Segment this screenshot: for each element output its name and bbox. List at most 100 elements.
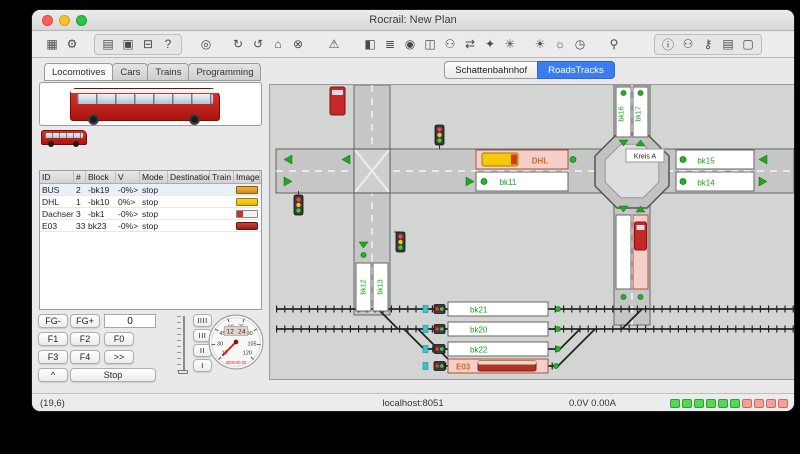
info-icon[interactable]: ⓘ [659, 35, 677, 54]
yellow-truck-image [236, 198, 258, 206]
lamp-icon[interactable]: ☀ [531, 35, 549, 54]
f3-button[interactable]: F3 [38, 350, 68, 364]
speed-value-input[interactable]: 0 [104, 314, 156, 328]
bk16-label: bk16 [619, 106, 626, 121]
block-bk21[interactable] [448, 302, 548, 316]
table-row[interactable]: DHL1-bk100%>stop [40, 196, 261, 208]
column-header[interactable]: Image [234, 171, 260, 183]
tab-programming[interactable]: Programming [188, 63, 261, 81]
speedometer: 15 30 45 60 75 90 105 120 12 24 0000.00.… [208, 314, 264, 370]
roundabout-kreis-a[interactable]: Kreis A [595, 134, 669, 208]
turnouts-icon[interactable]: ✦ [481, 35, 499, 54]
block-bk20[interactable] [448, 322, 548, 336]
orange-truck-image [236, 186, 258, 194]
fg-plus-button[interactable]: FG+ [70, 314, 100, 328]
table-cell: E03 [40, 221, 74, 231]
column-header[interactable]: Train [210, 171, 234, 183]
display-icon[interactable]: ▢ [739, 35, 757, 54]
f1-button[interactable]: F1 [38, 332, 68, 346]
warning-icon[interactable]: ⚠ [325, 35, 343, 54]
tab-roadstracks[interactable]: RoadsTracks [537, 61, 615, 79]
road-crossing[interactable] [354, 149, 390, 193]
column-header[interactable]: ID [40, 171, 74, 183]
cars-icon[interactable]: ◫ [421, 35, 439, 54]
green-indicator [670, 399, 680, 408]
block-south-left[interactable] [616, 215, 631, 289]
locomotives-icon[interactable]: ◧ [361, 35, 379, 54]
plan-canvas[interactable]: Kreis A [269, 84, 795, 380]
toolbar-group: ◎ [196, 35, 216, 54]
f0-button[interactable]: F0 [104, 332, 134, 346]
save-icon[interactable]: ▣ [119, 35, 137, 54]
settings-gear-icon[interactable]: ⚙ [63, 35, 81, 54]
bk14-label: bk14 [697, 179, 715, 188]
auto-mode-icon[interactable]: ↻ [229, 35, 247, 54]
daylight-icon[interactable]: ☼ [551, 35, 569, 54]
table-cell: stop [140, 221, 168, 231]
tab-schattenbahnhof[interactable]: Schattenbahnhof [444, 61, 537, 79]
red-white-truck-image [236, 210, 258, 218]
column-header[interactable]: R [260, 171, 262, 183]
print-icon[interactable]: ⊟ [139, 35, 157, 54]
operators-icon[interactable]: ⚇ [441, 35, 459, 54]
toolbar-group: ⚠ [324, 35, 344, 54]
block-bk22[interactable] [448, 342, 548, 356]
column-header[interactable]: Block [86, 171, 116, 183]
svg-text:30: 30 [217, 342, 223, 348]
clock-icon[interactable]: ◷ [571, 35, 589, 54]
table-row[interactable]: Dachser3-bk1-0%>stop [40, 208, 261, 220]
f4-button[interactable]: F4 [70, 350, 100, 364]
tab-trains[interactable]: Trains [147, 63, 189, 81]
signals-icon[interactable]: ✳ [501, 35, 519, 54]
direction-button[interactable]: ^ [38, 368, 68, 382]
titlebar: Rocrail: New Plan [32, 10, 794, 31]
column-header[interactable]: # [74, 171, 86, 183]
help-icon[interactable]: ? [159, 35, 177, 54]
rocrail-window: Rocrail: New Plan ▦⚙▤▣⊟?◎↻↺⌂⊗⚠◧≣◉◫⚇⇄✦✳☀☼… [31, 9, 795, 412]
table-row[interactable]: E0333bk23-0%>stop [40, 220, 261, 232]
speed-slider[interactable] [176, 314, 190, 376]
block-bk14[interactable] [676, 172, 754, 191]
fg-minus-button[interactable]: FG- [38, 314, 68, 328]
more-functions-button[interactable]: >> [104, 350, 134, 364]
right-panel: SchattenbahnhofRoadsTracks [265, 58, 794, 393]
statusbar: (19,6) localhost:8051 0.0V 0.00A [32, 393, 794, 412]
table-cell-image [234, 210, 260, 218]
home-icon[interactable]: ⌂ [269, 35, 287, 54]
traffic-light-south[interactable] [394, 232, 405, 252]
bk11-label: bk11 [500, 178, 517, 187]
f2-button[interactable]: F2 [70, 332, 100, 346]
column-header[interactable]: Destination [168, 171, 210, 183]
slider-thumb[interactable] [178, 370, 188, 374]
plan-notes-icon[interactable]: ▤ [99, 35, 117, 54]
tab-cars[interactable]: Cars [112, 63, 148, 81]
users-icon[interactable]: ⚇ [679, 35, 697, 54]
locomotive-table[interactable]: ID#BlockVModeDestinationTrainImageR BUS2… [39, 170, 262, 310]
tab-locomotives[interactable]: Locomotives [44, 63, 113, 81]
manual-icon[interactable]: ▤ [719, 35, 737, 54]
block-bk11[interactable] [476, 172, 568, 191]
red-indicator [742, 399, 752, 408]
emergency-stop-icon[interactable]: ⊗ [289, 35, 307, 54]
train-list-icon[interactable]: ≣ [381, 35, 399, 54]
power-icon[interactable]: ◎ [197, 35, 215, 54]
monitor-icon[interactable]: ◉ [401, 35, 419, 54]
track-plan[interactable]: Kreis A [270, 85, 794, 379]
routes-icon[interactable]: ⇄ [461, 35, 479, 54]
block-bk15[interactable] [676, 150, 754, 169]
cab-throttle-icon[interactable]: ▦ [43, 35, 61, 54]
reset-icon[interactable]: ↺ [249, 35, 267, 54]
stop-button[interactable]: Stop [70, 368, 156, 382]
table-cell: 1 [74, 197, 86, 207]
table-row[interactable]: BUS2-bk19-0%>stop [40, 184, 261, 196]
column-header[interactable]: V [116, 171, 140, 183]
gauge-clock: 12 24 [226, 327, 246, 335]
green-indicator [682, 399, 692, 408]
gauge-odometer: 0000.00.00 [226, 360, 247, 365]
toolbar-group: ☀☼◷ [530, 35, 590, 54]
table-cell: bk23 [86, 221, 116, 231]
search-icon[interactable]: ⚲ [605, 35, 623, 54]
lock-icon[interactable]: ⚷ [699, 35, 717, 54]
window-title: Rocrail: New Plan [32, 10, 794, 31]
column-header[interactable]: Mode [140, 171, 168, 183]
